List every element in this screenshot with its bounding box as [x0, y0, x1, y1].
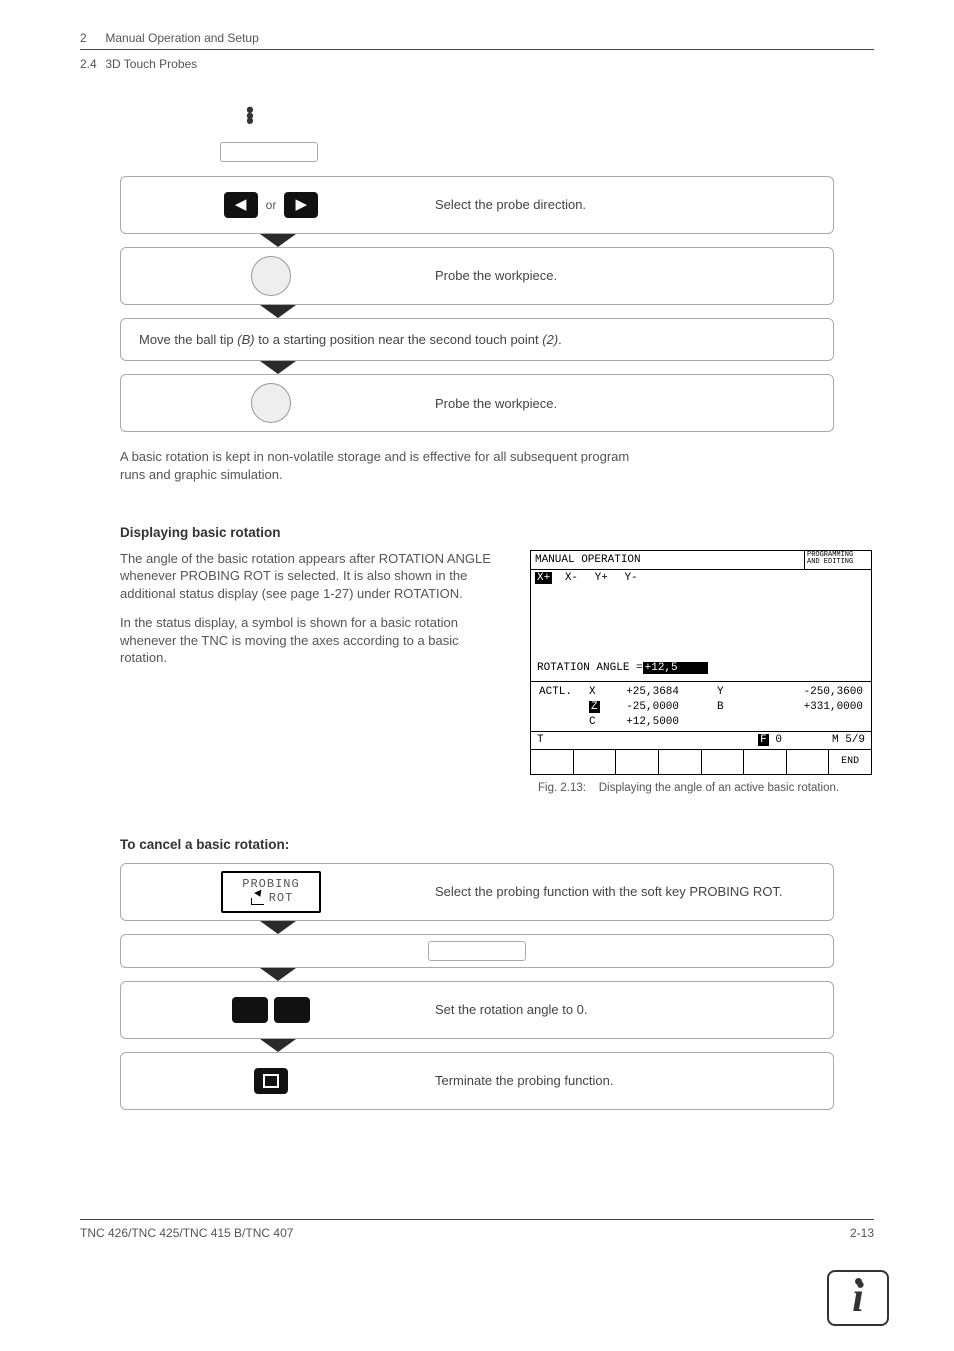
- blank-softkey-row: [120, 934, 834, 968]
- actl-label: ACTL.: [537, 685, 587, 700]
- step-text: Terminate the probing function.: [421, 1062, 833, 1100]
- ref-b: (B): [237, 332, 254, 347]
- softkey-row: END: [531, 749, 871, 774]
- flow-arrow-icon: [260, 968, 296, 981]
- f-value: 0: [775, 734, 782, 746]
- mode-line: AND EDITING: [807, 559, 869, 566]
- softkey-line2: ROT: [269, 892, 294, 905]
- softkey-end[interactable]: END: [829, 750, 871, 774]
- end-key[interactable]: [254, 1068, 288, 1094]
- val-y: -250,3600: [733, 685, 865, 700]
- info-icon: i: [827, 1270, 889, 1326]
- step-probe-1: Probe the workpiece.: [120, 247, 834, 305]
- arrow-right-key[interactable]: ▶: [284, 192, 318, 218]
- actual-values: ACTL. X+25,3684 Y-250,3600 Z-25,0000 B+3…: [531, 682, 871, 731]
- section-title: 3D Touch Probes: [105, 57, 197, 71]
- text: Move the ball tip: [139, 332, 237, 347]
- footer-right: 2-13: [850, 1225, 874, 1241]
- text: .: [558, 332, 562, 347]
- rotation-label: ROTATION ANGLE =: [537, 662, 643, 674]
- m-value: 5/9: [845, 734, 865, 746]
- subheading-cancel: To cancel a basic rotation:: [120, 836, 874, 854]
- softkey-line1: PROBING: [242, 878, 299, 891]
- screen-mock: MANUAL OPERATION PROGRAMMING AND EDITING…: [530, 550, 872, 775]
- figure-number: Fig. 2.13:: [538, 782, 586, 794]
- step-text: Select the probing function with the sof…: [421, 873, 833, 911]
- step-select-direction: ◀ or ▶ Select the probe direction.: [120, 176, 834, 234]
- step-probe-2: Probe the workpiece.: [120, 374, 834, 432]
- or-label: or: [266, 197, 277, 213]
- softkey[interactable]: [744, 750, 787, 774]
- step-text: Set the rotation angle to 0.: [421, 991, 833, 1029]
- axis-yplus[interactable]: Y+: [595, 572, 608, 584]
- f-label: F: [758, 734, 769, 746]
- val-z: -25,0000: [605, 700, 681, 715]
- section-header: 2.4 3D Touch Probes: [80, 56, 874, 72]
- axis-xplus[interactable]: X+: [535, 572, 552, 584]
- screen-mode-label: PROGRAMMING AND EDITING: [804, 551, 871, 569]
- softkey[interactable]: [616, 750, 659, 774]
- axis-yminus[interactable]: Y-: [624, 572, 637, 584]
- axis-xminus[interactable]: X-: [565, 572, 578, 584]
- probing-rot-softkey[interactable]: PROBING ROT: [221, 871, 321, 913]
- nc-start-button[interactable]: [251, 256, 291, 296]
- m-label: M: [832, 734, 839, 746]
- paragraph: The angle of the basic rotation appears …: [120, 550, 500, 603]
- numeric-key[interactable]: [232, 997, 268, 1023]
- chapter-number: 2: [80, 30, 102, 46]
- softkey[interactable]: [659, 750, 702, 774]
- step-text: Probe the workpiece.: [421, 257, 833, 295]
- numeric-key[interactable]: [274, 997, 310, 1023]
- val-c: +12,5000: [605, 715, 681, 730]
- note-text: A basic rotation is kept in non-volatile…: [120, 448, 640, 483]
- t-label: T: [537, 733, 583, 748]
- flow-arrow-icon: [260, 921, 296, 934]
- val-x: +25,3684: [605, 685, 681, 700]
- softkey[interactable]: [787, 750, 830, 774]
- step-cancel-end: Terminate the probing function.: [120, 1052, 834, 1110]
- paragraph: In the status display, a symbol is shown…: [120, 614, 500, 667]
- softkey-placeholder[interactable]: [220, 142, 318, 162]
- step-cancel-zero: Set the rotation angle to 0.: [120, 981, 834, 1039]
- step-cancel-select: PROBING ROT Select the probing function …: [120, 863, 834, 921]
- val-b: +331,0000: [733, 700, 865, 715]
- end-icon: [263, 1074, 279, 1088]
- softkey[interactable]: [574, 750, 617, 774]
- flow-arrow-icon: [260, 1039, 296, 1052]
- nc-start-button[interactable]: [251, 383, 291, 423]
- flow-arrow-icon: [260, 361, 296, 374]
- screen-title: MANUAL OPERATION: [535, 553, 800, 568]
- axis-softkeys: X+ X- Y+ Y-: [531, 570, 871, 586]
- rotation-value[interactable]: +12,5: [643, 662, 708, 674]
- footer-left: TNC 426/TNC 425/TNC 415 B/TNC 407: [80, 1225, 293, 1241]
- softkey-placeholder[interactable]: [428, 941, 526, 961]
- continuation-dots-icon: •••: [240, 107, 260, 124]
- chapter-header: 2 Manual Operation and Setup: [80, 30, 874, 46]
- step-text: Select the probe direction.: [421, 186, 833, 224]
- softkey[interactable]: [531, 750, 574, 774]
- text: to a starting position near the second t…: [255, 332, 543, 347]
- arrow-left-key[interactable]: ◀: [224, 192, 258, 218]
- probing-icon: [249, 891, 265, 905]
- flow-arrow-icon: [260, 305, 296, 318]
- divider: [80, 49, 874, 50]
- flow-arrow-icon: [260, 234, 296, 247]
- step-move-text: Move the ball tip (B) to a starting posi…: [120, 318, 834, 362]
- softkey[interactable]: [702, 750, 745, 774]
- ref-2: (2): [542, 332, 558, 347]
- step-text: Probe the workpiece.: [421, 385, 833, 423]
- section-number: 2.4: [80, 56, 102, 72]
- figure-text: Displaying the angle of an active basic …: [599, 782, 839, 794]
- subheading-display: Displaying basic rotation: [120, 524, 874, 542]
- chapter-title: Manual Operation and Setup: [105, 31, 258, 45]
- figure-caption: Fig. 2.13: Displaying the angle of an ac…: [538, 781, 872, 797]
- page-footer: TNC 426/TNC 425/TNC 415 B/TNC 407 2-13: [80, 1219, 874, 1241]
